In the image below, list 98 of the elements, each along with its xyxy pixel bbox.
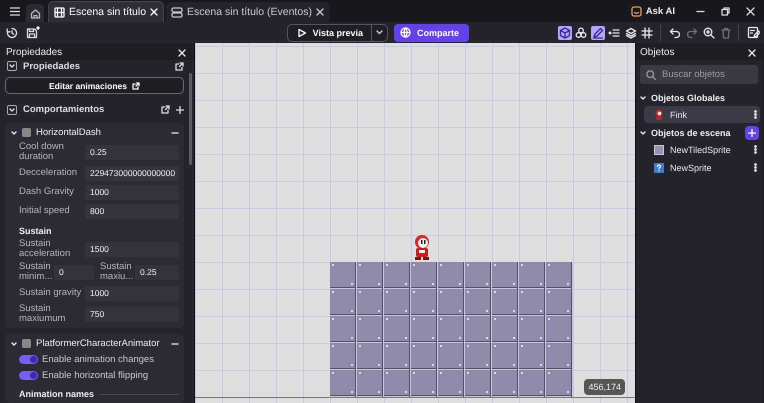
toggle-switch[interactable] <box>19 371 38 380</box>
external-link-icon[interactable] <box>175 62 184 70</box>
caret-icon <box>376 30 383 35</box>
tile-icon <box>654 144 664 154</box>
zoom-in-icon[interactable] <box>703 26 715 38</box>
field-label: Decceleration <box>19 168 78 178</box>
field-label: Sustain maxiumum <box>19 304 66 324</box>
chevron-down-icon <box>9 63 15 69</box>
editor-tab[interactable]: Escena sin título (Eventos) <box>166 2 329 22</box>
preview-options-button[interactable] <box>372 24 388 42</box>
bullet-list-icon <box>608 26 620 38</box>
more-options-icon[interactable] <box>754 163 757 172</box>
object-item[interactable]: NewSprite <box>644 159 760 176</box>
collapse-toggle[interactable] <box>7 104 17 114</box>
preview-button[interactable]: Vista previa <box>286 24 372 42</box>
chevron-down-icon[interactable] <box>11 130 17 136</box>
toggle-switch[interactable] <box>19 355 38 364</box>
objects-group-icon <box>575 26 587 38</box>
number-field[interactable]: 800 <box>85 204 179 218</box>
group-heading: Animation names <box>19 389 94 399</box>
undo-icon[interactable] <box>669 26 681 38</box>
save-icon[interactable] <box>26 26 40 39</box>
objects-group-tool[interactable] <box>574 26 588 40</box>
assistant-icon <box>630 6 642 17</box>
globe-icon <box>400 27 411 38</box>
panel-title: Objetos <box>640 47 674 58</box>
add-object-button[interactable] <box>745 126 759 140</box>
chevron-down-icon[interactable] <box>640 94 646 100</box>
number-field[interactable]: 750 <box>85 306 179 322</box>
pencil-tool[interactable] <box>590 26 604 40</box>
ask-ai-button[interactable]: Ask AI <box>630 6 675 17</box>
film-icon <box>54 6 65 18</box>
behavior-name: PlatformerCharacterAnimator <box>36 338 160 349</box>
toggle-label: Enable horizontal flipping <box>42 370 148 381</box>
search-field[interactable]: Buscar objetos <box>640 65 758 84</box>
number-field[interactable]: 229473000000000000 <box>85 166 179 180</box>
number-field[interactable]: 1500 <box>85 242 179 256</box>
field-label: Initial speed <box>19 206 71 216</box>
editor-tab[interactable]: Escena sin título <box>48 1 164 22</box>
restore-icon[interactable] <box>721 7 730 16</box>
section-title: Propiedades <box>23 60 80 72</box>
behavior-icon <box>22 128 31 137</box>
subsection-heading: Sustain <box>18 226 53 236</box>
tiled-sprite[interactable] <box>330 262 573 397</box>
more-options-icon[interactable] <box>754 145 757 154</box>
layers-icon <box>624 26 636 38</box>
home-tab[interactable] <box>26 4 44 22</box>
cube-tool[interactable] <box>558 26 572 40</box>
number-field[interactable]: 0 <box>54 264 94 280</box>
menu-icon[interactable] <box>10 7 20 16</box>
field-label: Sustain maxiu... <box>100 262 134 282</box>
panel-title: Propiedades <box>6 47 62 58</box>
group-title: Objetos de escena <box>651 128 731 138</box>
share-button[interactable]: Comparte <box>394 24 469 42</box>
close-icon[interactable] <box>316 8 324 16</box>
history-icon[interactable] <box>6 26 18 38</box>
pencil-icon <box>592 26 604 38</box>
list-icon <box>171 6 184 18</box>
number-field[interactable]: 1000 <box>85 184 179 200</box>
field-label: Dash Gravity <box>19 187 75 197</box>
add-icon <box>748 128 756 136</box>
field-label: Sustain gravity <box>19 288 82 298</box>
number-field[interactable]: 0.25 <box>85 144 179 160</box>
section-title: Comportamientos <box>23 104 104 115</box>
group-title: Objetos Globales <box>651 92 726 102</box>
number-field[interactable]: 1000 <box>85 286 179 300</box>
edit-animations-button[interactable]: Editar animaciones <box>5 77 184 94</box>
grid-icon <box>641 26 653 38</box>
layers-tool[interactable] <box>624 26 638 40</box>
behavior-name: HorizontalDash <box>36 127 101 138</box>
field-label: Sustain minim... <box>19 262 54 282</box>
external-link-icon[interactable] <box>161 105 170 114</box>
external-link-icon <box>132 82 140 90</box>
search-input[interactable]: Buscar objetos <box>662 65 752 84</box>
field-label: Sustain acceleration <box>19 239 72 259</box>
play-icon <box>296 28 307 38</box>
object-item[interactable]: Fink <box>644 106 760 123</box>
search-icon <box>646 70 656 80</box>
close-icon[interactable] <box>746 7 755 16</box>
field-label: Cool down duration <box>19 142 65 162</box>
add-icon[interactable] <box>176 106 184 114</box>
cursor-coordinates: 456,174 <box>584 379 625 395</box>
collapse-toggle[interactable] <box>7 61 17 71</box>
grid-tool[interactable] <box>640 26 654 40</box>
number-field[interactable]: 0.25 <box>135 264 179 280</box>
question-block-icon <box>654 162 664 172</box>
toggle-label: Enable animation changes <box>42 354 154 365</box>
chevron-down-icon <box>9 106 15 112</box>
object-item[interactable]: NewTiledSprite <box>644 141 760 158</box>
behavior-icon <box>22 339 31 348</box>
character-icon <box>654 109 664 120</box>
scrollbar[interactable] <box>189 73 192 165</box>
more-options-icon[interactable] <box>754 110 757 119</box>
edit-properties-icon[interactable] <box>747 26 760 39</box>
chevron-down-icon[interactable] <box>11 340 17 346</box>
chevron-down-icon[interactable] <box>640 130 646 136</box>
home-icon <box>30 8 40 18</box>
cube-icon <box>558 26 570 38</box>
